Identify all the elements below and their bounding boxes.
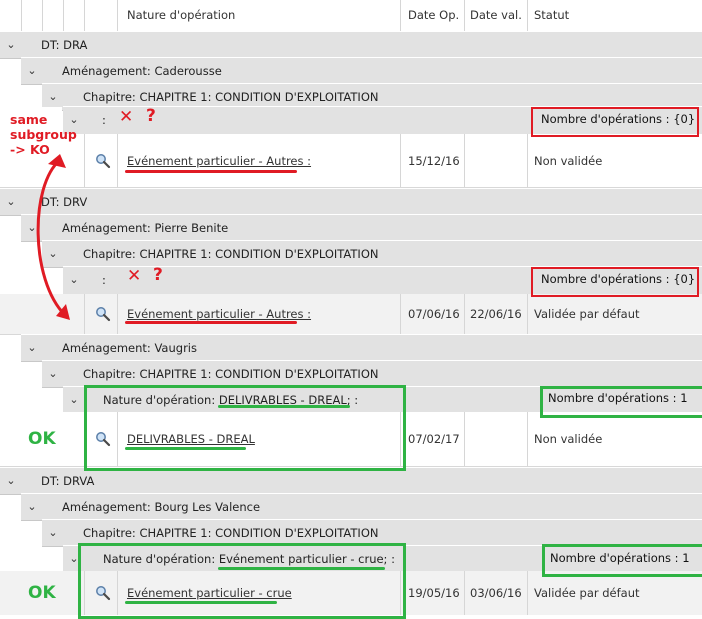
cross-icon: ✕	[119, 107, 134, 127]
col-header-nature[interactable]: Nature d'opération	[127, 0, 235, 31]
chevron-down-icon[interactable]: ⌄	[24, 58, 40, 84]
group-row-chapitre-3: ⌄ Chapitre: CHAPITRE 1: CONDITION D'EXPL…	[42, 360, 702, 388]
group-row-chapitre-2: ⌄ Chapitre: CHAPITRE 1: CONDITION D'EXPL…	[42, 240, 702, 268]
question-mark: ?	[146, 106, 156, 126]
row-statut: Non validée	[534, 154, 603, 168]
chevron-down-icon[interactable]: ⌄	[66, 387, 82, 413]
ok-annotation-text: OK	[28, 429, 56, 449]
row-date-val: 22/06/16	[470, 307, 522, 321]
row-nature-link[interactable]: Evénement particulier - Autres :	[127, 154, 311, 168]
ko-line: subgroup	[10, 127, 77, 142]
group-label: Aménagement: Bourg Les Valence	[62, 500, 261, 514]
group-label: :	[102, 113, 106, 127]
ko-line: same	[10, 112, 48, 127]
group-label: :	[102, 273, 106, 287]
highlight-box	[540, 386, 702, 418]
underline-mark	[125, 447, 246, 450]
row-date-op: 07/06/16	[408, 307, 460, 321]
group-label: DT: DRA	[41, 38, 88, 52]
group-row-dt-drv: ⌄ DT: DRV	[0, 188, 702, 216]
question-mark: ?	[153, 265, 163, 285]
col-header-statut[interactable]: Statut	[534, 0, 569, 31]
group-label: Aménagement: Vaugris	[62, 341, 197, 355]
chevron-down-icon[interactable]: ⌄	[3, 468, 19, 494]
highlight-box	[531, 267, 699, 297]
group-label: Chapitre: CHAPITRE 1: CONDITION D'EXPLOI…	[83, 367, 379, 381]
row-date-op: 15/12/16	[408, 154, 460, 168]
group-label: Aménagement: Caderousse	[62, 64, 222, 78]
underline-mark	[125, 601, 277, 604]
row-statut: Validée par défaut	[534, 586, 640, 600]
group-row-amenagement-caderousse: ⌄ Aménagement: Caderousse	[21, 57, 702, 85]
row-date-val: 03/06/16	[470, 586, 522, 600]
group-row-amenagement-pierre-benite: ⌄ Aménagement: Pierre Benite	[21, 214, 702, 242]
underline-mark	[125, 321, 297, 324]
underline-mark	[218, 567, 385, 570]
magnifier-icon[interactable]	[95, 153, 111, 169]
highlight-box	[84, 385, 406, 471]
chevron-down-icon[interactable]: ⌄	[45, 361, 61, 387]
col-header-date-op[interactable]: Date Op.	[408, 0, 459, 31]
underline-mark	[218, 405, 350, 408]
group-label: Chapitre: CHAPITRE 1: CONDITION D'EXPLOI…	[83, 247, 379, 261]
group-row-dt-dra: ⌄ DT: DRA	[0, 31, 702, 59]
group-row-amenagement-vaugris: ⌄ Aménagement: Vaugris	[21, 334, 702, 362]
grid-header: Nature d'opération Date Op. Date val. St…	[0, 0, 702, 32]
row-nature-link[interactable]: Evénement particulier - Autres :	[127, 307, 311, 321]
curved-arrow-icon	[36, 154, 70, 320]
group-row-dt-drva: ⌄ DT: DRVA	[0, 467, 702, 495]
magnifier-icon[interactable]	[95, 306, 111, 322]
row-date-op: 07/02/17	[408, 432, 460, 446]
cross-icon: ✕	[127, 266, 142, 286]
row-statut: Non validée	[534, 432, 603, 446]
row-date-op: 19/05/16	[408, 586, 460, 600]
table-row[interactable]: Evénement particulier - Autres : 15/12/1…	[0, 134, 702, 188]
highlight-box	[531, 107, 699, 137]
chevron-down-icon[interactable]: ⌄	[45, 520, 61, 546]
table-row[interactable]: Evénement particulier - Autres : 07/06/1…	[0, 294, 702, 335]
group-row-amenagement-bourg: ⌄ Aménagement: Bourg Les Valence	[21, 493, 702, 521]
chevron-down-icon[interactable]: ⌄	[3, 32, 19, 58]
ok-annotation-text: OK	[28, 583, 56, 603]
group-label: Aménagement: Pierre Benite	[62, 221, 229, 235]
highlight-box	[542, 544, 702, 577]
chevron-down-icon[interactable]: ⌄	[24, 494, 40, 520]
highlight-box	[78, 543, 406, 619]
col-header-date-val[interactable]: Date val.	[470, 0, 522, 31]
underline-mark	[125, 170, 297, 173]
chevron-down-icon[interactable]: ⌄	[24, 335, 40, 361]
group-label: DT: DRVA	[41, 474, 95, 488]
chevron-down-icon[interactable]: ⌄	[3, 189, 19, 215]
row-statut: Validée par défaut	[534, 307, 640, 321]
